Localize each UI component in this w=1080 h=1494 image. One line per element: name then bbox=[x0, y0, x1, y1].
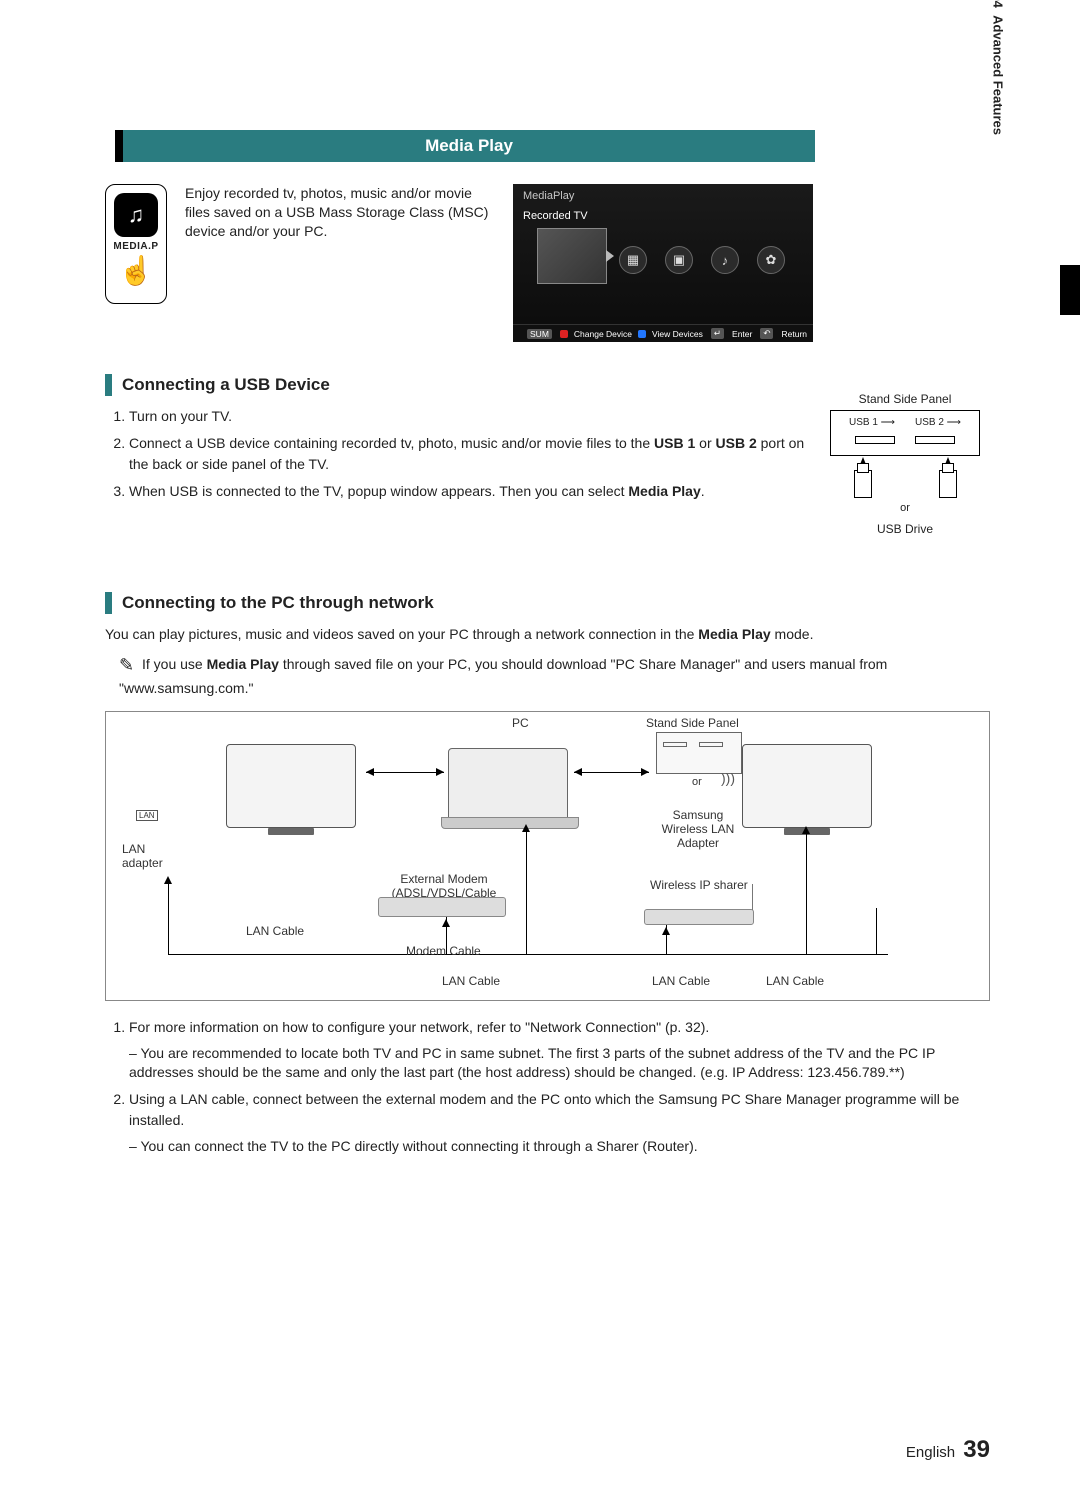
note-icon: ✎ bbox=[119, 655, 134, 675]
network-diagram: PC Stand Side Panel LAN LAN LAN adapter … bbox=[105, 711, 990, 1001]
sum-chip: SUM bbox=[527, 329, 552, 339]
port2-label: USB 2 ⟶ bbox=[915, 417, 961, 428]
heading-accent bbox=[105, 374, 112, 396]
net-step-1-sub: You are recommended to locate both TV an… bbox=[129, 1044, 990, 1083]
tv-right-icon bbox=[742, 744, 872, 828]
d-button-icon bbox=[638, 330, 646, 338]
photos-icon: ▣ bbox=[665, 246, 693, 274]
usb-arrows bbox=[820, 456, 990, 468]
heading-accent bbox=[105, 592, 112, 614]
heading-pc-text: Connecting to the PC through network bbox=[122, 593, 434, 613]
usb-ports-box: USB 1 ⟶ USB 2 ⟶ bbox=[830, 410, 980, 456]
arrow-lan-pc bbox=[366, 772, 444, 773]
pc-note: ✎ If you use Media Play through saved fi… bbox=[119, 652, 990, 698]
page-footer: English 39 bbox=[906, 1436, 990, 1464]
pc-paragraph: You can play pictures, music and videos … bbox=[105, 624, 990, 644]
slot-icon bbox=[855, 436, 895, 444]
chapter-title: Advanced Features bbox=[991, 15, 1006, 135]
heading-usb-text: Connecting a USB Device bbox=[122, 375, 330, 395]
enter-label: Enter bbox=[732, 329, 752, 339]
samsung-adapter-label: Samsung Wireless LAN Adapter bbox=[648, 808, 748, 851]
manual-page: 04 Advanced Features Media Play ♫ MEDIA.… bbox=[0, 0, 1080, 1494]
a-button-label: Change Device bbox=[574, 329, 632, 339]
heading-pc: Connecting to the PC through network bbox=[105, 592, 990, 614]
media-play-screenshot: MediaPlay Recorded TV ▦ ▣ ♪ ✿ SUM Change… bbox=[513, 184, 813, 342]
footer-lang: English bbox=[906, 1444, 955, 1461]
arrow-pc-panel bbox=[574, 772, 649, 773]
decorative-device bbox=[876, 908, 877, 954]
settings-icon: ✿ bbox=[757, 246, 785, 274]
a-button-icon bbox=[560, 330, 568, 338]
media-p-icon: ♫ bbox=[114, 193, 158, 237]
chapter-tab: 04 Advanced Features bbox=[991, 0, 1006, 135]
or-label-diagram: or bbox=[692, 776, 702, 788]
usb-panel-label: Stand Side Panel bbox=[820, 392, 990, 406]
modem-cable-tag: Modem Cable bbox=[406, 944, 481, 958]
usb-drive-icon bbox=[939, 470, 957, 498]
arrow-up-icon bbox=[802, 826, 810, 834]
tv-left-icon bbox=[226, 744, 356, 828]
usb-drive-caption: USB Drive bbox=[820, 522, 990, 536]
lan-cable-tag-2: LAN Cable bbox=[442, 974, 500, 988]
chapter-number: 04 bbox=[991, 0, 1006, 8]
usb-panel-illustration: Stand Side Panel USB 1 ⟶ USB 2 ⟶ or USB … bbox=[820, 392, 990, 536]
screen-subtitle: Recorded TV bbox=[513, 208, 813, 224]
port-labels: USB 1 ⟶ USB 2 ⟶ bbox=[839, 417, 971, 428]
lan-cable-tag-4: LAN Cable bbox=[766, 974, 824, 988]
arrow-up-icon bbox=[522, 824, 530, 832]
enter-icon: ↵ bbox=[711, 328, 724, 339]
screen-category-icons: ▦ ▣ ♪ ✿ bbox=[607, 234, 797, 274]
net-step-2-sub-item: You can connect the TV to the PC directl… bbox=[129, 1137, 990, 1157]
recorded-tv-thumb bbox=[537, 228, 607, 284]
arrow-up-icon bbox=[662, 927, 670, 935]
hand-icon: ☝ bbox=[106, 254, 166, 287]
net-step-2-sub: You can connect the TV to the PC directl… bbox=[129, 1137, 990, 1157]
usb-drives bbox=[820, 468, 990, 500]
usb-drive-icon bbox=[854, 470, 872, 498]
videos-icon: ▦ bbox=[619, 246, 647, 274]
net-step-2: Using a LAN cable, connect between the e… bbox=[129, 1089, 990, 1157]
remote-illustration: ♫ MEDIA.P ☝ bbox=[105, 184, 167, 304]
net-step-1: For more information on how to configure… bbox=[129, 1017, 990, 1083]
mini-panel-icon bbox=[656, 732, 742, 774]
section-banner: Media Play bbox=[115, 130, 815, 162]
slot-icon bbox=[915, 436, 955, 444]
pc-label: PC bbox=[512, 716, 529, 730]
wifi-icon: ))) bbox=[721, 770, 735, 786]
port-slots bbox=[839, 432, 971, 449]
cable-base-line bbox=[168, 954, 888, 955]
music-icon: ♪ bbox=[711, 246, 739, 274]
d-button-label: View Devices bbox=[652, 329, 703, 339]
cable-line bbox=[526, 830, 527, 954]
screen-title: MediaPlay bbox=[513, 184, 813, 208]
edge-marker bbox=[1060, 265, 1080, 315]
or-label: or bbox=[820, 502, 990, 514]
ip-sharer-icon bbox=[644, 909, 754, 925]
screen-footer: SUM Change Device View Devices ↵ Enter ↶… bbox=[513, 324, 813, 342]
lan-cable-tag: LAN Cable bbox=[246, 924, 304, 938]
intro-row: ♫ MEDIA.P ☝ Enjoy recorded tv, photos, m… bbox=[105, 184, 990, 342]
antenna-icon bbox=[752, 884, 753, 910]
return-icon: ↶ bbox=[760, 328, 773, 339]
return-label: Return bbox=[781, 329, 807, 339]
page-number: 39 bbox=[963, 1436, 990, 1463]
remote-button-label: MEDIA.P bbox=[106, 241, 166, 252]
net-step-1-sub-item: You are recommended to locate both TV an… bbox=[129, 1044, 990, 1083]
screen-thumb-row: ▦ ▣ ♪ ✿ bbox=[513, 224, 813, 284]
cable-line bbox=[806, 832, 807, 954]
lan-port-label: LAN bbox=[136, 810, 158, 821]
arrow-up-icon bbox=[164, 876, 172, 884]
lan-adapter-label: LAN adapter bbox=[122, 842, 172, 870]
network-steps: For more information on how to configure… bbox=[105, 1017, 990, 1157]
port1-label: USB 1 ⟶ bbox=[849, 417, 895, 428]
stand-panel-label: Stand Side Panel bbox=[646, 716, 739, 730]
cable-line bbox=[168, 884, 169, 954]
arrow-up-icon bbox=[442, 919, 450, 927]
modem-icon bbox=[378, 897, 506, 917]
laptop-icon bbox=[448, 748, 568, 820]
lan-cable-tag-3: LAN Cable bbox=[652, 974, 710, 988]
intro-text: Enjoy recorded tv, photos, music and/or … bbox=[185, 184, 495, 241]
wireless-sharer-label: Wireless IP sharer bbox=[650, 878, 748, 892]
